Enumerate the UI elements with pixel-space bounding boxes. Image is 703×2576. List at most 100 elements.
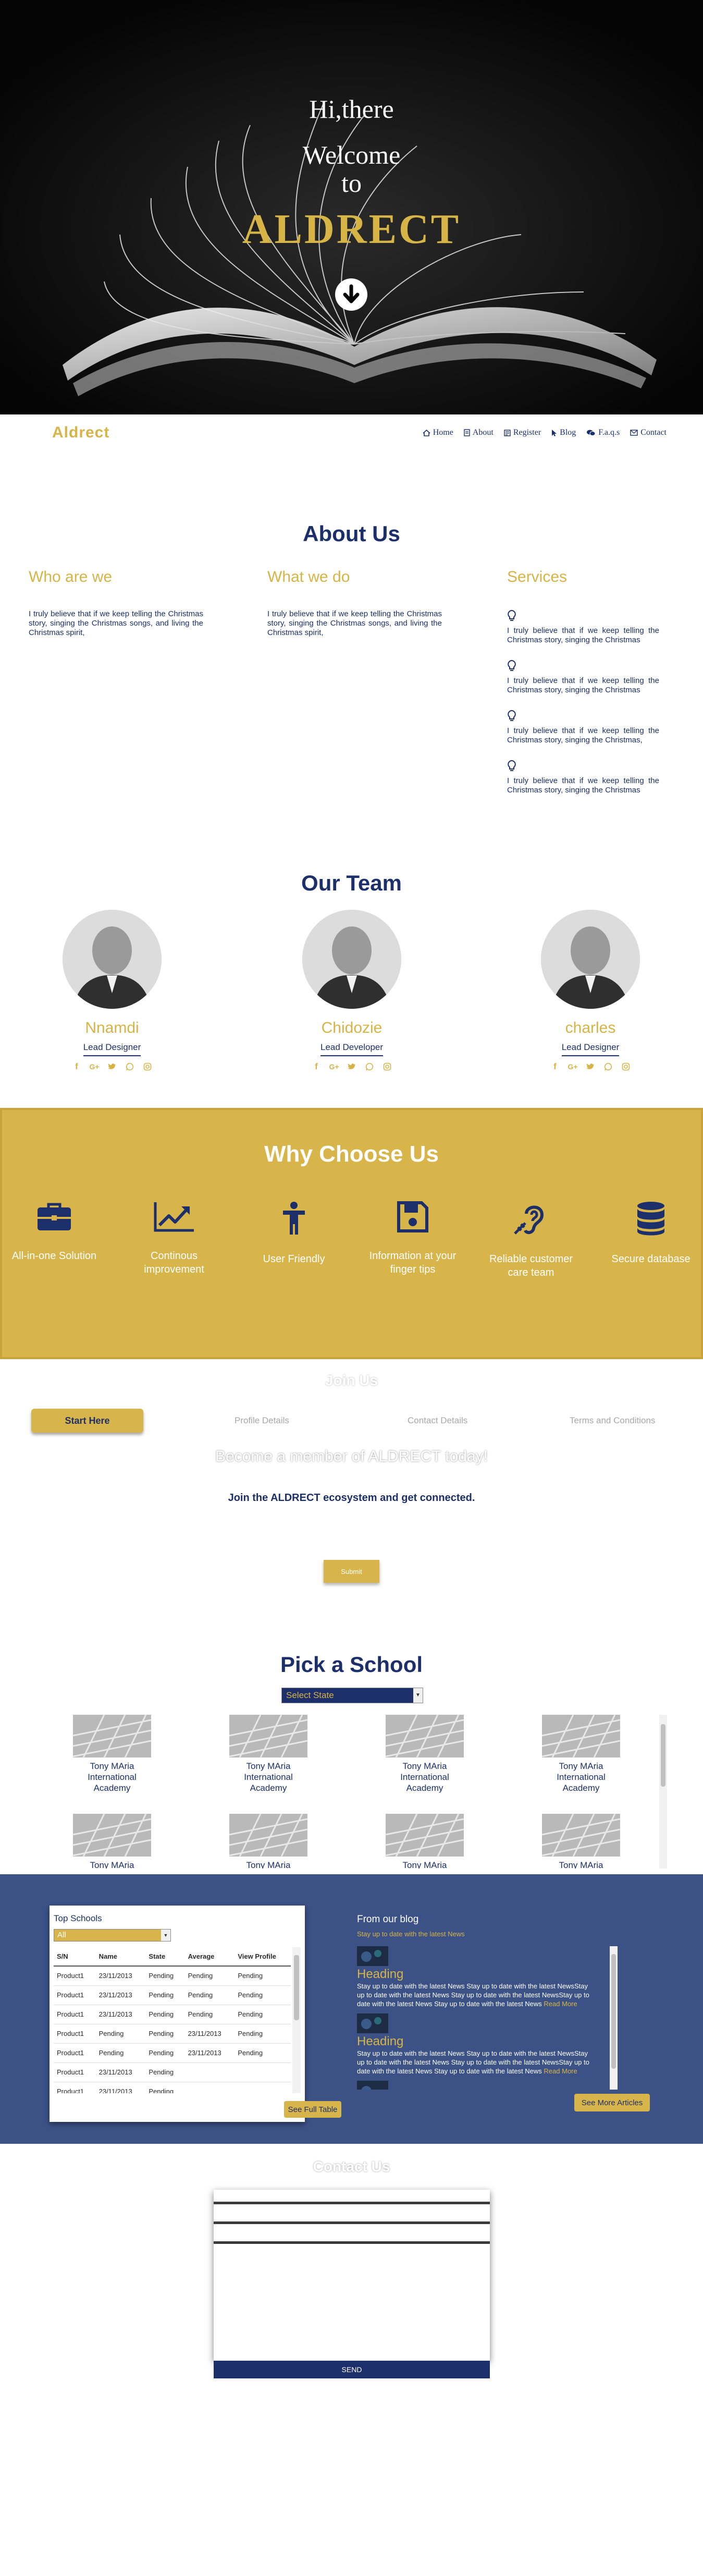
why-choose-us-section: Why Choose Us All-in-one Solution Contin…	[0, 1108, 703, 1359]
table-row[interactable]: Product1 Pending Pending 23/11/2013 Pend…	[54, 2024, 291, 2044]
table-row[interactable]: Product1 23/11/2013 Pending Pending Pend…	[54, 1985, 291, 2005]
briefcase-icon	[38, 1203, 71, 1230]
table-row[interactable]: Product1 23/11/2013 Pending Pending Pend…	[54, 2005, 291, 2024]
blog-scrollbar[interactable]	[610, 1946, 618, 2090]
blog-post: Heading Stay up to date with the latest …	[357, 1946, 597, 2008]
table-row[interactable]: Product1 Pending Pending 23/11/2013 Pend…	[54, 2043, 291, 2063]
feature-label: All-in-one Solution	[11, 1250, 97, 1262]
nav-link-about[interactable]: About	[464, 428, 494, 437]
chat-icon	[587, 430, 596, 436]
nav-link-home[interactable]: Home	[423, 428, 453, 437]
nav-link-contact[interactable]: Contact	[630, 428, 667, 437]
school-card[interactable]: Tony MAria	[73, 1814, 151, 1869]
top-schools-table: S/N Name State Average View Profile Prod…	[54, 1947, 291, 2093]
member-role: Lead Designer	[561, 1042, 620, 1056]
read-more-link[interactable]: Read More	[544, 2067, 577, 2075]
nav-link-faqs[interactable]: F.a.q.s	[586, 428, 620, 437]
table-row[interactable]: Product1 23/11/2013 Pending Pending Pend…	[54, 1966, 291, 1986]
arrow-down-icon	[343, 284, 360, 303]
contact-title: Contact Us	[313, 2158, 390, 2175]
school-name: Tony MAria	[559, 1860, 603, 1869]
twitter-icon[interactable]	[107, 1061, 117, 1072]
school-name: Tony MAria	[90, 1860, 134, 1869]
nav-link-label: Home	[433, 428, 453, 437]
scroll-down-button[interactable]	[335, 278, 367, 311]
table-cell: Pending	[145, 2062, 185, 2082]
member-role: Lead Developer	[320, 1042, 384, 1056]
table-cell: Pending	[235, 2024, 291, 2044]
feature-item: Reliable customer care team	[482, 1201, 581, 1279]
table-cell: 23/11/2013	[184, 2043, 235, 2063]
who-are-we-column: Who are we I truly believe that if we ke…	[29, 568, 203, 638]
google-plus-icon[interactable]: G+	[329, 1061, 339, 1072]
google-plus-icon[interactable]: G+	[568, 1061, 578, 1072]
table-cell: Pending	[145, 2043, 185, 2063]
nav-brand[interactable]: Aldrect	[52, 424, 109, 442]
social-links: f G+	[26, 1061, 198, 1072]
contact-email-field[interactable]	[214, 2209, 490, 2224]
table-cell	[235, 2062, 291, 2082]
what-text: I truly believe that if we keep telling …	[267, 609, 442, 637]
table-cell: Pending	[145, 2082, 185, 2093]
see-more-articles-button[interactable]: See More Articles	[574, 2094, 650, 2111]
facebook-icon[interactable]: f	[550, 1061, 560, 1072]
table-cell: Pending	[184, 1985, 235, 2005]
step-contact-details[interactable]: Contact Details	[408, 1415, 467, 1426]
step-profile-details[interactable]: Profile Details	[235, 1415, 289, 1426]
whatsapp-icon[interactable]	[364, 1061, 375, 1072]
feature-item: All-in-one Solution	[5, 1201, 104, 1263]
instagram-icon[interactable]	[142, 1061, 153, 1072]
top-schools-filter[interactable]: All ▼	[54, 1929, 171, 1942]
feature-item: User Friendly	[244, 1201, 343, 1266]
school-card[interactable]: Tony MAria International Academy	[542, 1715, 620, 1793]
step-terms-conditions[interactable]: Terms and Conditions	[570, 1415, 655, 1426]
nav-link-label: Blog	[560, 428, 576, 437]
instagram-icon[interactable]	[621, 1061, 631, 1072]
send-button[interactable]: SEND	[214, 2361, 490, 2378]
school-card[interactable]: Tony MAria	[229, 1814, 307, 1869]
school-grid-scrollbar[interactable]	[659, 1715, 667, 1869]
school-card[interactable]: Tony MAria	[386, 1814, 464, 1869]
hero-to: to	[341, 168, 362, 198]
blog-text: Stay up to date with the latest News Sta…	[357, 2049, 589, 2075]
nav-link-register[interactable]: Register	[504, 428, 541, 437]
state-select[interactable]: Select State ▼	[281, 1688, 423, 1703]
school-card[interactable]: Tony MAria International Academy	[73, 1715, 151, 1793]
table-cell: Pending	[184, 1966, 235, 1986]
read-more-link[interactable]: Read More	[544, 2000, 577, 2008]
table-cell: Product1	[54, 2005, 96, 2024]
feature-item: Continous improvement	[125, 1201, 224, 1276]
google-plus-icon[interactable]: G+	[89, 1061, 100, 1072]
start-here-button[interactable]: Start Here	[31, 1409, 143, 1433]
table-scrollbar[interactable]	[292, 1947, 301, 2093]
hero-section: Hi,there Welcome to ALDRECT	[0, 0, 703, 414]
school-card[interactable]: Tony MAria	[542, 1814, 620, 1869]
facebook-icon[interactable]: f	[71, 1061, 82, 1072]
twitter-icon[interactable]	[347, 1061, 357, 1072]
table-row[interactable]: Product1 23/11/2013 Pending	[54, 2082, 291, 2093]
nav-link-label: About	[472, 428, 494, 437]
school-card[interactable]: Tony MAria International Academy	[386, 1715, 464, 1793]
blog-feed: Heading Stay up to date with the latest …	[357, 1946, 606, 2090]
school-grid: Tony MAria International Academy Tony MA…	[47, 1715, 670, 1869]
contact-name-field[interactable]	[214, 2190, 490, 2204]
whatsapp-icon[interactable]	[603, 1061, 613, 1072]
column-header: View Profile	[235, 1947, 291, 1967]
service-item: I truly believe that if we keep telling …	[507, 609, 659, 645]
twitter-icon[interactable]	[585, 1061, 596, 1072]
contact-message-field[interactable]	[214, 2248, 490, 2360]
school-card[interactable]: Tony MAria International Academy	[229, 1715, 307, 1793]
instagram-icon[interactable]	[382, 1061, 392, 1072]
table-row[interactable]: Product1 23/11/2013 Pending	[54, 2062, 291, 2082]
who-title: Who are we	[29, 568, 113, 585]
person-portrait-image	[63, 910, 162, 1009]
join-connect-text: Join the ALDRECT ecosystem and get conne…	[228, 1492, 475, 1504]
whatsapp-icon[interactable]	[125, 1061, 135, 1072]
column-header: Average	[184, 1947, 235, 1967]
submit-button[interactable]: Submit	[324, 1560, 379, 1583]
nav-link-blog[interactable]: Blog	[551, 428, 576, 437]
contact-subject-field[interactable]	[214, 2229, 490, 2244]
table-cell: 23/11/2013	[184, 2024, 235, 2044]
facebook-icon[interactable]: f	[311, 1061, 322, 1072]
see-full-table-button[interactable]: See Full Table	[284, 2101, 341, 2118]
